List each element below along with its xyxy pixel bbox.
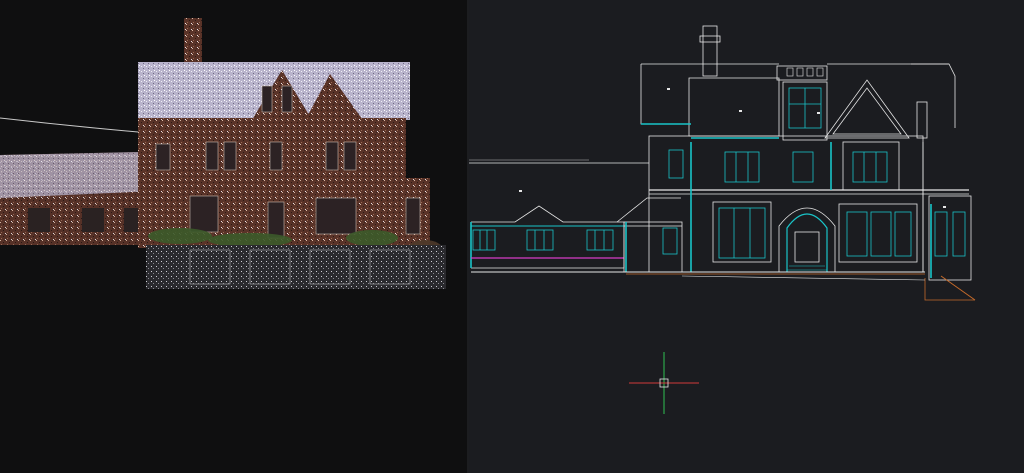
- power-line: [0, 117, 139, 133]
- annex-window: [28, 208, 50, 232]
- point-cloud-pane[interactable]: [0, 0, 467, 473]
- crosshair-icon[interactable]: [469, 0, 1024, 473]
- basement-wall: [146, 245, 446, 289]
- viewport: [0, 0, 1024, 473]
- cad-drawing-pane[interactable]: [469, 0, 1024, 473]
- point-cloud-scan: [0, 18, 446, 289]
- annex-window: [82, 208, 104, 232]
